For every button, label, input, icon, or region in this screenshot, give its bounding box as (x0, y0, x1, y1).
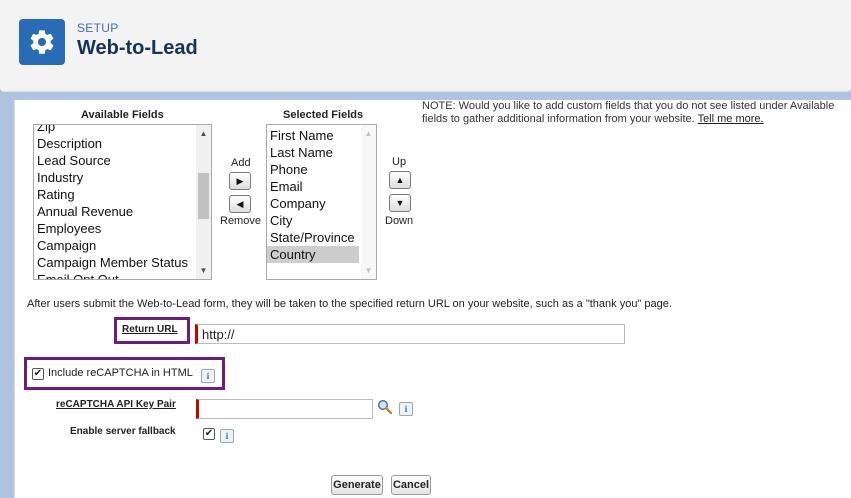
key-pair-info-icon[interactable]: i (399, 402, 413, 416)
list-option[interactable]: Campaign Member Status (34, 254, 198, 271)
include-recaptcha-checkbox[interactable]: ✔ (32, 368, 44, 380)
list-option[interactable]: Campaign (34, 237, 198, 254)
list-option[interactable]: Last Name (267, 144, 359, 161)
list-option[interactable]: Annual Revenue (34, 203, 198, 220)
return-url-help-text: After users submit the Web-to-Lead form,… (27, 298, 672, 310)
scroll-up-arrow-icon[interactable]: ▲ (196, 126, 211, 141)
list-option[interactable]: Lead Source (34, 152, 198, 169)
page-title: Web-to-Lead (77, 37, 198, 59)
list-option[interactable]: Phone (267, 161, 359, 178)
cancel-button[interactable]: Cancel (391, 475, 431, 495)
list-option[interactable]: Industry (34, 169, 198, 186)
tell-me-more-link[interactable]: Tell me more. (698, 113, 764, 125)
selected-fields-list[interactable]: First Name Last Name Phone Email Company City… (266, 124, 377, 280)
list-option[interactable]: Description (34, 135, 198, 152)
list-option[interactable]: Email Opt Out (34, 271, 198, 279)
server-fallback-info-icon[interactable]: i (220, 429, 234, 443)
page-header: SETUP Web-to-Lead (0, 0, 851, 92)
list-option[interactable]: State/Province (267, 229, 359, 246)
include-recaptcha-info-icon[interactable]: i (201, 369, 215, 383)
gear-icon (30, 30, 54, 54)
note-text: NOTE: Would you like to add custom field… (422, 100, 835, 125)
custom-fields-note: NOTE: Would you like to add custom field… (422, 100, 851, 126)
arrow-left-icon: ◀ (236, 199, 244, 209)
list-option[interactable]: Country (267, 246, 359, 263)
list-option[interactable]: Email (267, 178, 359, 195)
recaptcha-key-pair-input[interactable] (196, 399, 373, 419)
server-fallback-label: Enable server fallback (70, 426, 176, 437)
available-fields-scrollbar[interactable]: ▲ ▼ (196, 125, 211, 279)
list-option[interactable]: First Name (267, 127, 359, 144)
arrow-up-icon: ▲ (395, 175, 405, 185)
server-fallback-checkbox[interactable]: ✔ (203, 428, 215, 440)
include-recaptcha-label: Include reCAPTCHA in HTML (48, 367, 193, 379)
return-url-label: Return URL (122, 324, 178, 335)
content-panel: Available Fields Selected Fields Zip Desc… (14, 100, 851, 498)
remove-label: Remove (220, 215, 261, 227)
return-url-input[interactable] (195, 324, 625, 344)
selected-fields-label: Selected Fields (283, 109, 364, 121)
generate-button[interactable]: Generate (331, 475, 383, 495)
add-button[interactable]: ▶ (229, 172, 251, 190)
arrow-right-icon: ▶ (236, 176, 244, 186)
list-option[interactable]: Rating (34, 186, 198, 203)
arrow-down-icon: ▼ (395, 198, 405, 208)
scroll-down-arrow-icon[interactable]: ▼ (361, 263, 376, 278)
list-option[interactable]: Company (267, 195, 359, 212)
scroll-down-arrow-icon[interactable]: ▼ (196, 263, 211, 278)
remove-button[interactable]: ◀ (229, 195, 251, 213)
selected-fields-scrollbar[interactable]: ▲ ▼ (361, 125, 376, 279)
recaptcha-key-pair-label: reCAPTCHA API Key Pair (56, 399, 176, 410)
breadcrumb[interactable]: SETUP (77, 21, 119, 35)
move-down-button[interactable]: ▼ (389, 194, 411, 212)
setup-gear-icon (19, 19, 65, 65)
list-option[interactable]: Employees (34, 220, 198, 237)
list-option[interactable]: City (267, 212, 359, 229)
up-label: Up (392, 156, 407, 168)
available-fields-list[interactable]: Zip Description Lead Source Industry Rating A… (33, 124, 212, 280)
lookup-magnifier-icon[interactable] (377, 399, 393, 415)
list-option[interactable]: Zip (34, 125, 198, 135)
add-label: Add (231, 157, 251, 169)
available-fields-label: Available Fields (81, 109, 164, 121)
scroll-up-arrow-icon[interactable]: ▲ (361, 126, 376, 141)
down-label: Down (385, 215, 414, 227)
scrollbar-thumb[interactable] (198, 173, 209, 219)
move-up-button[interactable]: ▲ (389, 171, 411, 189)
